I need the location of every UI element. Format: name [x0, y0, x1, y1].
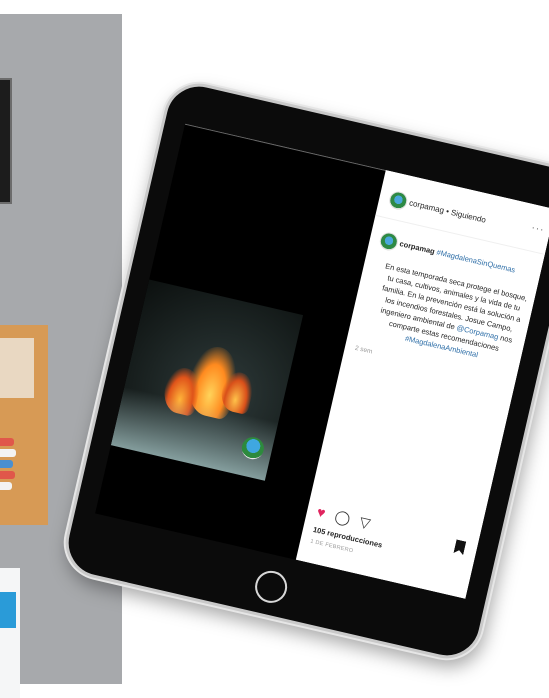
instagram-post-panel: corpamag • Siguiendo ··· corpamag #Magda…: [295, 169, 549, 599]
share-icon[interactable]: ▽: [358, 513, 372, 531]
background-card-accent: [0, 592, 16, 628]
post-caption: corpamag #MagdalenaSinQuemas En esta tem…: [354, 230, 536, 389]
background-picture-frame: [0, 78, 12, 204]
tablet-screen: corpamag • Siguiendo ··· corpamag #Magda…: [95, 123, 549, 599]
heart-icon[interactable]: ♥: [315, 504, 327, 521]
comment-icon[interactable]: ◯: [333, 508, 352, 527]
caption-avatar[interactable]: [378, 230, 400, 253]
home-button[interactable]: [251, 567, 291, 607]
account-avatar[interactable]: [387, 189, 410, 212]
follow-status[interactable]: • Siguiendo: [445, 207, 487, 225]
bookmark-icon[interactable]: [453, 539, 466, 555]
account-name[interactable]: corpamag: [408, 198, 445, 215]
background-shelf-inner: [0, 338, 34, 398]
video-player[interactable]: [110, 279, 304, 481]
tablet-device: corpamag • Siguiendo ··· corpamag #Magda…: [58, 76, 549, 666]
background-card: [0, 568, 20, 698]
background-books: [0, 438, 16, 498]
caption-hashtag-title[interactable]: #MagdalenaSinQuemas: [436, 248, 516, 275]
caption-username[interactable]: corpamag: [399, 239, 436, 256]
